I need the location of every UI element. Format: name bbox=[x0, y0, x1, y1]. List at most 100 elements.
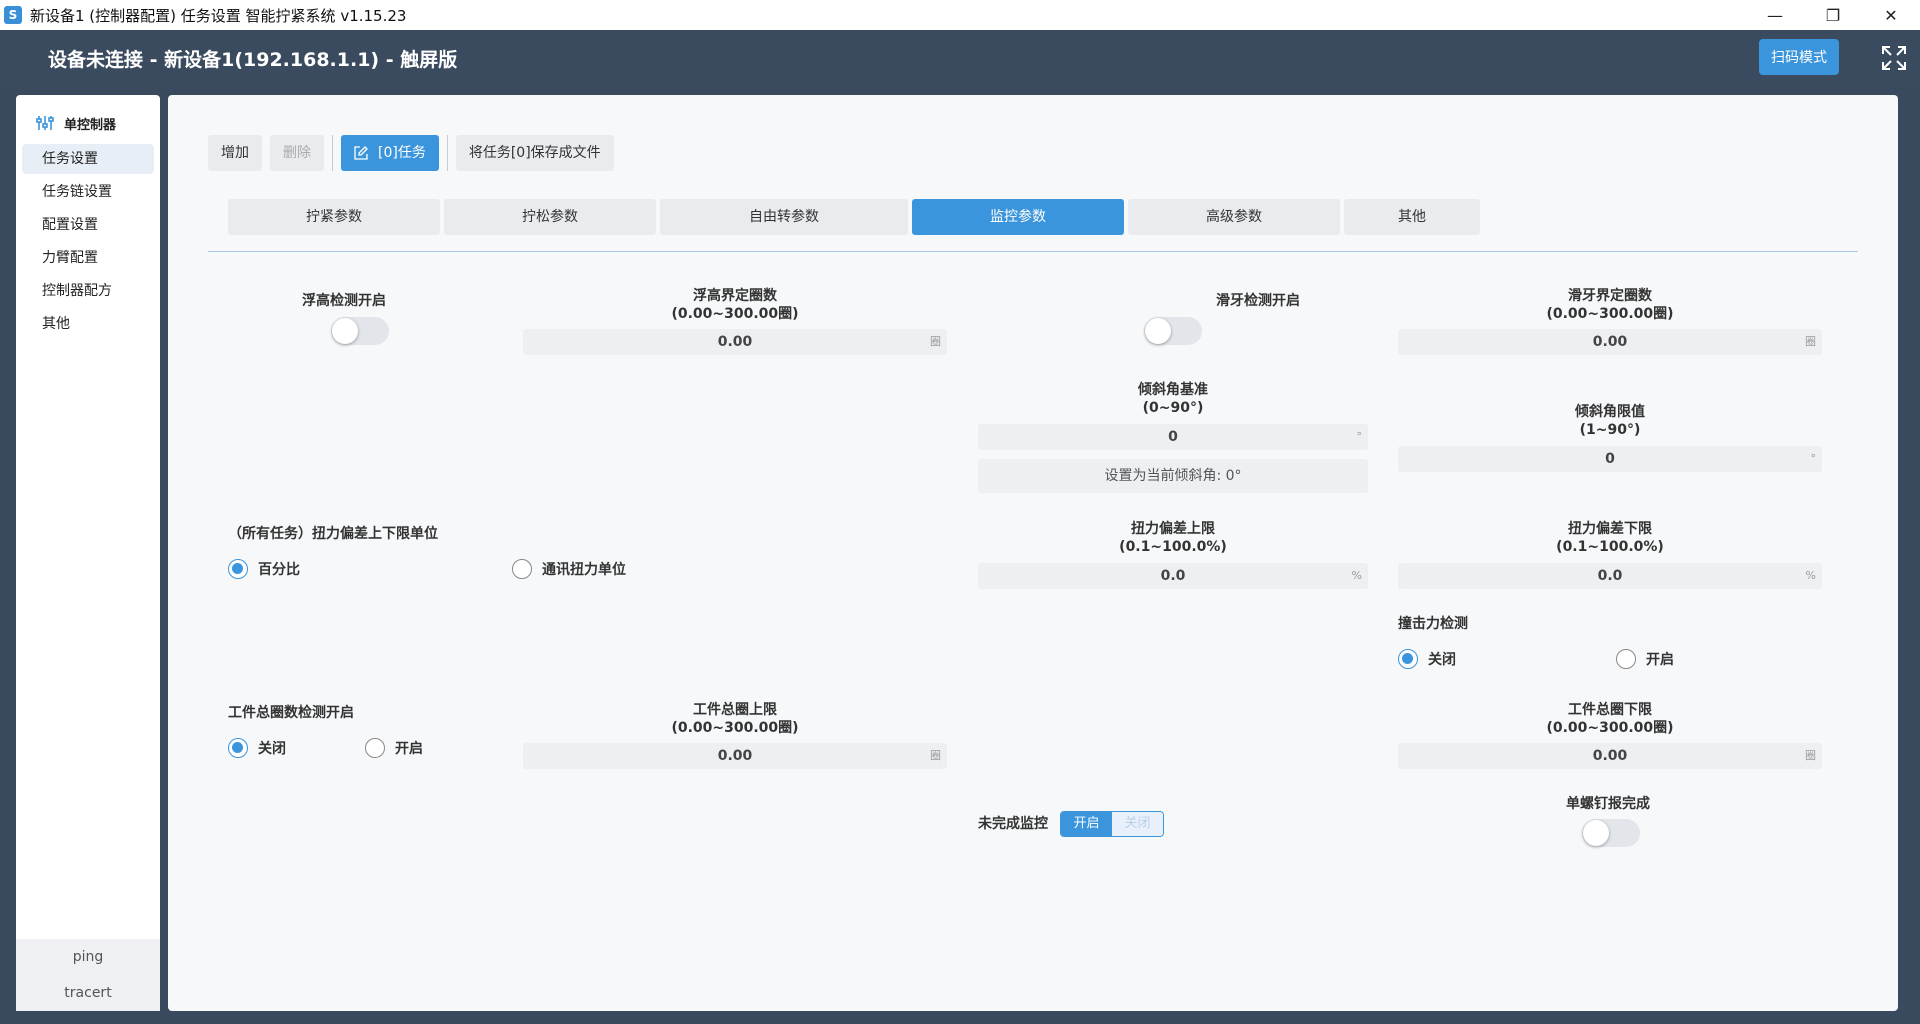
impact-off-radio[interactable]: 关闭 bbox=[1398, 649, 1456, 669]
torque-lower-label: 扭力偏差下限 bbox=[1568, 521, 1652, 537]
slip-detect-label: 滑牙检测开启 bbox=[1216, 293, 1300, 309]
sidebar-item-recipe[interactable]: 控制器配方 bbox=[22, 276, 154, 306]
edit-icon bbox=[354, 146, 368, 160]
radio-label: 开启 bbox=[1646, 652, 1674, 668]
sidebar-item-other[interactable]: 其他 bbox=[22, 309, 154, 339]
tab-free-spin[interactable]: 自由转参数 bbox=[660, 199, 908, 235]
set-current-tilt-button[interactable]: 设置为当前倾斜角: 0° bbox=[978, 459, 1368, 493]
tilt-base-range: (0~90°) bbox=[1142, 400, 1204, 416]
tilt-limit-range: (1~90°) bbox=[1579, 422, 1641, 438]
tilt-limit-unit: ° bbox=[1810, 452, 1817, 465]
impact-detect-label: 撞击力检测 bbox=[1398, 616, 1468, 632]
task-toolbar: 增加 删除 [0]任务 将任务[0]保存成文件 bbox=[208, 135, 622, 171]
radio-label: 百分比 bbox=[258, 562, 300, 578]
radio-dot bbox=[365, 738, 385, 758]
wp-lower-range: (0.00~300.00圈) bbox=[1546, 720, 1674, 736]
torque-lower-range: (0.1~100.0%) bbox=[1556, 539, 1664, 555]
torque-lower-input[interactable]: 0.0 % bbox=[1398, 563, 1822, 589]
wp-upper-label: 工件总圈上限 bbox=[693, 702, 777, 718]
radio-label: 关闭 bbox=[1428, 652, 1456, 668]
wp-upper-input[interactable]: 0.00 圈 bbox=[523, 743, 947, 769]
maximize-button[interactable]: ❐ bbox=[1804, 0, 1862, 30]
tab-tighten[interactable]: 拧紧参数 bbox=[228, 199, 440, 235]
slip-turns-unit: 圈 bbox=[1805, 335, 1816, 348]
tilt-limit-value: 0 bbox=[1605, 451, 1615, 467]
tilt-limit-label: 倾斜角限值 bbox=[1575, 404, 1645, 420]
workpiece-on-radio[interactable]: 开启 bbox=[365, 738, 423, 758]
slip-turns-value: 0.00 bbox=[1592, 334, 1628, 350]
task-selector-button[interactable]: [0]任务 bbox=[341, 135, 439, 171]
impact-on-radio[interactable]: 开启 bbox=[1616, 649, 1674, 669]
save-task-file-button[interactable]: 将任务[0]保存成文件 bbox=[455, 135, 614, 171]
incomplete-monitor-toggle[interactable]: 开启 关闭 bbox=[1060, 811, 1164, 837]
torque-unit-label: （所有任务）扭力偏差上下限单位 bbox=[228, 526, 438, 542]
close-button[interactable]: ✕ bbox=[1862, 0, 1920, 30]
radio-dot bbox=[1398, 649, 1418, 669]
tilt-base-label: 倾斜角基准 bbox=[1138, 382, 1208, 398]
tab-monitor[interactable]: 监控参数 bbox=[912, 199, 1124, 235]
app-header: 设备未连接 - 新设备1(192.168.1.1) - 触屏版 扫码模式 bbox=[0, 30, 1920, 86]
sidebar-item-task-settings[interactable]: 任务设置 bbox=[22, 144, 154, 174]
sidebar-tools: ping tracert bbox=[16, 939, 160, 1011]
sidebar-item-task-chain[interactable]: 任务链设置 bbox=[22, 177, 154, 207]
tracert-button[interactable]: tracert bbox=[16, 975, 160, 1011]
radio-dot bbox=[512, 559, 532, 579]
app-icon: S bbox=[4, 6, 22, 24]
tab-loosen[interactable]: 拧松参数 bbox=[444, 199, 656, 235]
float-turns-unit: 圈 bbox=[930, 335, 941, 348]
single-screw-label: 单螺钉报完成 bbox=[1566, 796, 1650, 812]
sidebar-group-single-controller[interactable]: 单控制器 bbox=[16, 105, 160, 141]
wp-lower-input[interactable]: 0.00 圈 bbox=[1398, 743, 1822, 769]
minimize-button[interactable]: — bbox=[1746, 0, 1804, 30]
wp-upper-unit: 圈 bbox=[930, 749, 941, 762]
toolbar-divider bbox=[332, 135, 333, 171]
fullscreen-icon[interactable] bbox=[1880, 44, 1908, 72]
add-task-button[interactable]: 增加 bbox=[208, 135, 262, 171]
tilt-limit-input[interactable]: 0 ° bbox=[1398, 446, 1822, 472]
torque-lower-unit: % bbox=[1805, 569, 1816, 582]
radio-label: 关闭 bbox=[258, 741, 286, 757]
tab-underline bbox=[208, 251, 1858, 252]
window-titlebar: S 新设备1 (控制器配置) 任务设置 智能拧紧系统 v1.15.23 — ❐ … bbox=[0, 0, 1920, 30]
workpiece-off-radio[interactable]: 关闭 bbox=[228, 738, 286, 758]
torque-lower-value: 0.0 bbox=[1597, 568, 1623, 584]
float-turns-input[interactable]: 0.00 圈 bbox=[523, 329, 947, 355]
wp-lower-value: 0.00 bbox=[1592, 748, 1628, 764]
torque-upper-label: 扭力偏差上限 bbox=[1131, 521, 1215, 537]
slip-turns-input[interactable]: 0.00 圈 bbox=[1398, 329, 1822, 355]
torque-upper-value: 0.0 bbox=[1160, 568, 1186, 584]
slip-detect-switch[interactable] bbox=[1144, 317, 1202, 345]
torque-upper-input[interactable]: 0.0 % bbox=[978, 563, 1368, 589]
single-screw-switch[interactable] bbox=[1582, 819, 1640, 847]
float-turns-label: 浮高界定圈数 bbox=[693, 288, 777, 304]
float-turns-range: (0.00~300.00圈) bbox=[671, 306, 799, 322]
sidebar-group-label: 单控制器 bbox=[64, 117, 117, 133]
float-detect-switch[interactable] bbox=[331, 317, 389, 345]
workpiece-detect-label: 工件总圈数检测开启 bbox=[228, 705, 354, 721]
torque-unit-comm-radio[interactable]: 通讯扭力单位 bbox=[512, 559, 626, 579]
tab-advanced[interactable]: 高级参数 bbox=[1128, 199, 1340, 235]
tilt-base-input[interactable]: 0 ° bbox=[978, 424, 1368, 450]
float-turns-value: 0.00 bbox=[717, 334, 753, 350]
delete-task-button[interactable]: 删除 bbox=[270, 135, 324, 171]
window-title: 新设备1 (控制器配置) 任务设置 智能拧紧系统 v1.15.23 bbox=[30, 6, 407, 25]
ping-button[interactable]: ping bbox=[16, 939, 160, 975]
sidebar-item-config[interactable]: 配置设置 bbox=[22, 210, 154, 240]
slip-turns-range: (0.00~300.00圈) bbox=[1546, 306, 1674, 322]
radio-dot bbox=[228, 559, 248, 579]
slip-turns-label: 滑牙界定圈数 bbox=[1568, 288, 1652, 304]
tilt-base-value: 0 bbox=[1168, 429, 1178, 445]
sidebar: 单控制器 任务设置 任务链设置 配置设置 力臂配置 控制器配方 其他 ping … bbox=[16, 95, 160, 1011]
switch-knob bbox=[1583, 820, 1609, 846]
toolbar-divider bbox=[446, 135, 448, 171]
device-status-title: 设备未连接 - 新设备1(192.168.1.1) - 触屏版 bbox=[48, 48, 458, 71]
incomplete-on-option[interactable]: 开启 bbox=[1061, 812, 1112, 836]
float-detect-label: 浮高检测开启 bbox=[302, 293, 386, 309]
sidebar-item-arm-config[interactable]: 力臂配置 bbox=[22, 243, 154, 273]
scan-mode-button[interactable]: 扫码模式 bbox=[1759, 39, 1839, 75]
radio-label: 开启 bbox=[395, 741, 423, 757]
tab-other[interactable]: 其他 bbox=[1344, 199, 1480, 235]
torque-upper-unit: % bbox=[1351, 569, 1362, 582]
torque-unit-percent-radio[interactable]: 百分比 bbox=[228, 559, 300, 579]
incomplete-off-option[interactable]: 关闭 bbox=[1112, 812, 1163, 836]
